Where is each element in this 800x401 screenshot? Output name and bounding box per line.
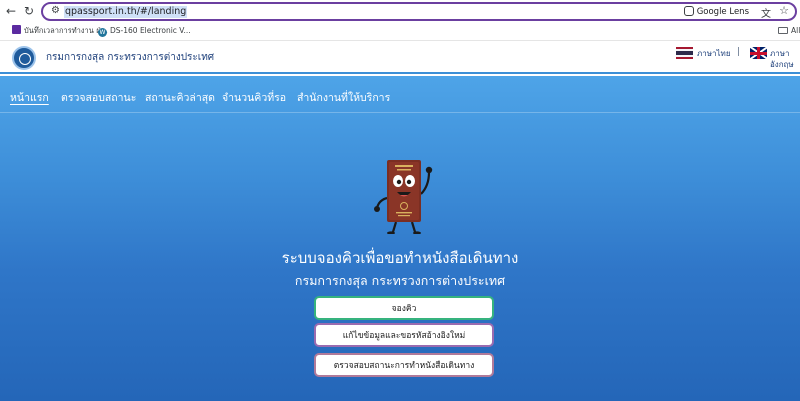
nav-item-home[interactable]: หน้าแรก — [10, 90, 49, 106]
lang-thai-link[interactable]: ภาษาไทย — [697, 48, 731, 59]
site-header: กรมการกงสุล กระทรวงการต่างประเทศ ภาษาไทย… — [0, 40, 800, 74]
hero-section: หน้าแรก ตรวจสอบสถานะ สถานะคิวล่าสุด จำนว… — [0, 76, 800, 401]
lang-separator: | — [737, 47, 741, 57]
site-settings-icon[interactable]: ⚙ — [51, 5, 60, 16]
folder-icon — [778, 27, 788, 34]
site-title[interactable]: กรมการกงสุล กระทรวงการต่างประเทศ — [46, 51, 214, 65]
bookmarks-bar: บันทึกเวลาการทำงาน ฝ่... W DS-160 Electro… — [0, 22, 800, 40]
bookmark-item[interactable]: W DS-160 Electronic V... — [98, 25, 191, 37]
bookmark-item[interactable]: บันทึกเวลาการทำงาน ฝ่... — [12, 25, 108, 37]
translate-icon[interactable]: 文 — [761, 5, 771, 20]
google-lens-button[interactable]: Google Lens — [683, 6, 749, 18]
nav-item-latest-queue[interactable]: สถานะคิวล่าสุด — [145, 90, 215, 106]
lang-english-link[interactable]: ภาษาอังกฤษ — [770, 48, 800, 70]
nav-item-waiting-count[interactable]: จำนวนคิวที่รอ — [222, 90, 286, 106]
back-arrow-icon[interactable]: ← — [6, 3, 16, 19]
edit-info-reference-button[interactable]: แก้ไขข้อมูลและขอรหัสอ้างอิงใหม่ — [314, 323, 494, 347]
address-bar[interactable]: ⚙ qpassport.in.th/#/landing Google Lens … — [41, 2, 797, 21]
nav-item-check-status[interactable]: ตรวจสอบสถานะ — [61, 90, 136, 106]
reload-icon[interactable]: ↻ — [24, 3, 34, 19]
lens-icon — [683, 6, 694, 16]
url-text[interactable]: qpassport.in.th/#/landing — [64, 6, 188, 18]
check-passport-status-button[interactable]: ตรวจสอบสถานะการทำหนังสือเดินทาง — [314, 353, 494, 377]
hero-subheadline: กรมการกงสุล กระทรวงการต่างประเทศ — [294, 273, 506, 288]
wordpress-icon: W — [98, 28, 107, 37]
main-nav: หน้าแรก ตรวจสอบสถานะ สถานะคิวล่าสุด จำนว… — [0, 90, 800, 110]
book-queue-button[interactable]: จองคิว — [314, 296, 494, 320]
nav-item-service-offices[interactable]: สำนักงานที่ให้บริการ — [297, 90, 390, 106]
hero-headline: ระบบจองคิวเพื่อขอทำหนังสือเดินทาง — [281, 249, 519, 267]
google-lens-label: Google Lens — [696, 7, 749, 17]
browser-toolbar: ← ↻ ⚙ qpassport.in.th/#/landing Google L… — [0, 0, 800, 22]
thai-flag-icon[interactable] — [676, 47, 693, 59]
ministry-seal-logo[interactable] — [12, 46, 36, 70]
all-bookmarks-folder[interactable]: All — [778, 25, 800, 37]
passport-mascot-icon — [374, 160, 433, 234]
bookmark-favicon-icon — [12, 25, 21, 34]
bookmark-star-icon[interactable]: ☆ — [779, 4, 789, 17]
nav-divider — [0, 112, 800, 113]
uk-flag-icon[interactable] — [750, 47, 767, 59]
